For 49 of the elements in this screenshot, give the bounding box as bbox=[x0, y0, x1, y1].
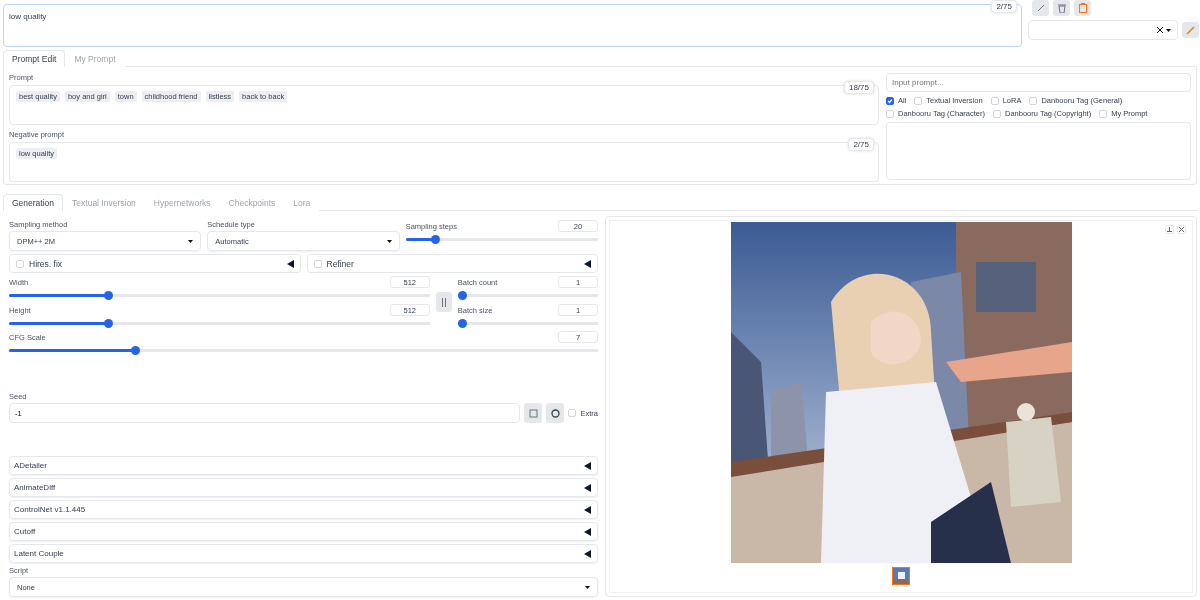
slider-thumb[interactable] bbox=[457, 291, 467, 300]
slider-thumb[interactable] bbox=[103, 319, 113, 328]
recycle-icon bbox=[551, 408, 560, 418]
clipboard-button[interactable] bbox=[1074, 0, 1091, 16]
recycle-button[interactable] bbox=[546, 403, 565, 423]
collapse-arrow-icon bbox=[584, 483, 591, 492]
accordion-header[interactable]: ControlNet v1.1.445 bbox=[9, 500, 598, 519]
dropdown-caret-icon bbox=[188, 239, 194, 243]
toggle-label: Refiner bbox=[326, 258, 355, 269]
clipboard-icon bbox=[1078, 3, 1087, 13]
accordion-header[interactable]: Latent Couple bbox=[9, 544, 598, 563]
clear-icon[interactable] bbox=[1157, 27, 1163, 33]
token-counter: 2/75 bbox=[848, 138, 874, 151]
toggle-label: Hires. fix bbox=[29, 258, 64, 269]
trash-icon bbox=[1057, 3, 1066, 13]
accordion-header[interactable]: ADetailer bbox=[9, 456, 598, 475]
download-button[interactable] bbox=[1165, 225, 1174, 234]
collapse-arrow-icon bbox=[584, 259, 591, 268]
slider-thumb[interactable] bbox=[431, 235, 441, 244]
slider-thumb[interactable] bbox=[103, 291, 113, 300]
swap-button[interactable] bbox=[435, 292, 452, 312]
dropdown-caret-icon bbox=[1166, 28, 1171, 32]
slider-track[interactable] bbox=[457, 319, 598, 328]
collapse-arrow-icon bbox=[584, 505, 591, 514]
close-button[interactable] bbox=[1177, 225, 1186, 234]
slider-thumb[interactable] bbox=[457, 319, 467, 328]
token-counter: 2/75 bbox=[991, 0, 1017, 13]
collapse-arrow-icon bbox=[584, 549, 591, 558]
token-counter: 18/75 bbox=[843, 81, 874, 94]
collapse-arrow-icon bbox=[286, 259, 294, 268]
prompt-text: low quality bbox=[9, 12, 47, 21]
accordion-header[interactable]: AnimateDiff bbox=[9, 478, 598, 497]
slider-track[interactable] bbox=[457, 291, 598, 300]
dropdown-caret-icon bbox=[585, 585, 590, 589]
swap-icon bbox=[440, 297, 447, 307]
collapse-arrow-icon bbox=[584, 461, 591, 470]
accordion-header[interactable]: Cutoff bbox=[9, 522, 598, 541]
accordion-header[interactable]: Refiner bbox=[306, 254, 598, 273]
tag-search-field[interactable]: Input prompt... bbox=[886, 73, 1191, 92]
tab[interactable]: Generation bbox=[3, 194, 64, 211]
pencil-icon bbox=[1186, 25, 1195, 35]
checkbox[interactable] bbox=[886, 96, 894, 105]
thumbnail[interactable] bbox=[892, 567, 910, 585]
accordion-header[interactable]: Hires. fix bbox=[9, 254, 301, 273]
dropdown-caret-icon bbox=[386, 239, 392, 243]
trash-button[interactable] bbox=[1053, 0, 1070, 16]
collapse-arrow-icon bbox=[584, 527, 591, 536]
slider-thumb[interactable] bbox=[130, 346, 140, 355]
tab[interactable]: Prompt Edit bbox=[3, 50, 66, 67]
